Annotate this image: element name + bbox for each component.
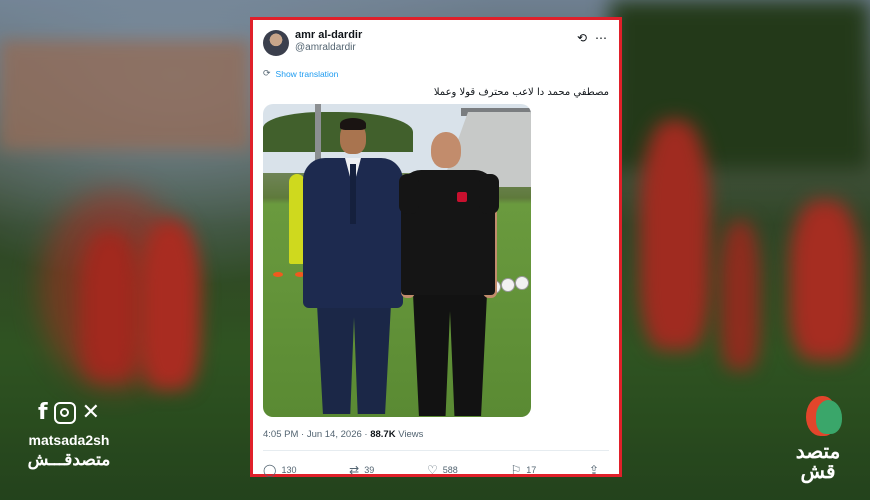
globe-icon: ⟳ (263, 68, 271, 78)
divider (263, 450, 609, 451)
more-icon[interactable]: ⋯ (595, 31, 607, 45)
like-count: 588 (442, 465, 458, 475)
tweet-header: amr al-dardir @amraldardir ⟲ ⋯ (263, 28, 609, 58)
repost-button[interactable]: ⇄ 39 (349, 463, 374, 477)
bookmark-button[interactable]: ⚐ 17 (510, 463, 536, 477)
repost-icon: ⇄ (349, 463, 360, 477)
photo-trees (263, 112, 413, 152)
show-translation-link[interactable]: ⟳ Show translation (263, 68, 609, 79)
photo-person-suit-legs (317, 304, 391, 414)
author-name[interactable]: amr al-dardir (295, 29, 362, 41)
reply-button[interactable]: ◯ 130 (263, 463, 296, 477)
social-arabic-name: متصدقـــش (27, 450, 111, 469)
photo-ball (515, 276, 529, 290)
tweet-card: amr al-dardir @amraldardir ⟲ ⋯ ⟳ Show tr… (253, 20, 619, 477)
like-button[interactable]: ♡ 588 (427, 463, 458, 477)
avatar[interactable] (263, 30, 289, 56)
photo-person-suit-tie (350, 164, 356, 224)
repost-count: 39 (364, 465, 375, 475)
reply-count: 130 (281, 465, 297, 475)
facebook-icon[interactable]: f (38, 400, 48, 426)
photo-person-black-sleeve (399, 174, 419, 214)
tweet-photo[interactable] (263, 104, 531, 417)
x-icon[interactable]: ✕ (82, 400, 100, 426)
bookmark-icon: ⚐ (510, 463, 522, 477)
tweet-text: مصطفي محمد دا لاعب محترف قولا وعملا (433, 87, 609, 98)
social-icons: f ✕ (14, 398, 124, 428)
show-translation-label: Show translation (275, 68, 339, 79)
photo-crest (457, 192, 467, 202)
bookmark-count: 17 (526, 465, 537, 475)
social-block: f ✕ matsada2sh متصدقـــش (14, 398, 124, 470)
tweet-actions: ◯ 130 ⇄ 39 ♡ 588 ⚐ 17 ⇪ (263, 463, 609, 477)
grok-icon[interactable]: ⟲ (577, 31, 587, 45)
photo-person-black-sleeve (479, 174, 499, 214)
instagram-icon[interactable] (53, 402, 76, 424)
photo-ball (501, 278, 515, 292)
logo-head-green (816, 400, 842, 434)
share-icon: ⇪ (588, 463, 599, 477)
brand-logo: متصد قش (780, 392, 856, 482)
photo-cone (273, 272, 283, 277)
social-handle: matsada2sh (28, 432, 110, 448)
reply-icon: ◯ (263, 463, 277, 477)
photo-person-suit-hair (340, 118, 366, 130)
tweet-screenshot-frame: amr al-dardir @amraldardir ⟲ ⋯ ⟳ Show tr… (250, 17, 622, 477)
photo-person-black-head (431, 132, 461, 168)
tweet-meta: 4:05 PM · Jun 14, 2026 · 88.7K Views (263, 429, 609, 440)
heart-icon: ♡ (426, 463, 438, 477)
photo-person-black-legs (413, 294, 487, 416)
share-button[interactable]: ⇪ (589, 463, 599, 477)
brand-logo-text: متصد قش (795, 441, 841, 483)
tweet-timestamp[interactable]: 4:05 PM · Jun 14, 2026 · (263, 429, 368, 440)
views-label: Views (398, 429, 424, 440)
views-count: 88.7K (370, 429, 396, 440)
author-handle[interactable]: @amraldardir (295, 42, 356, 53)
